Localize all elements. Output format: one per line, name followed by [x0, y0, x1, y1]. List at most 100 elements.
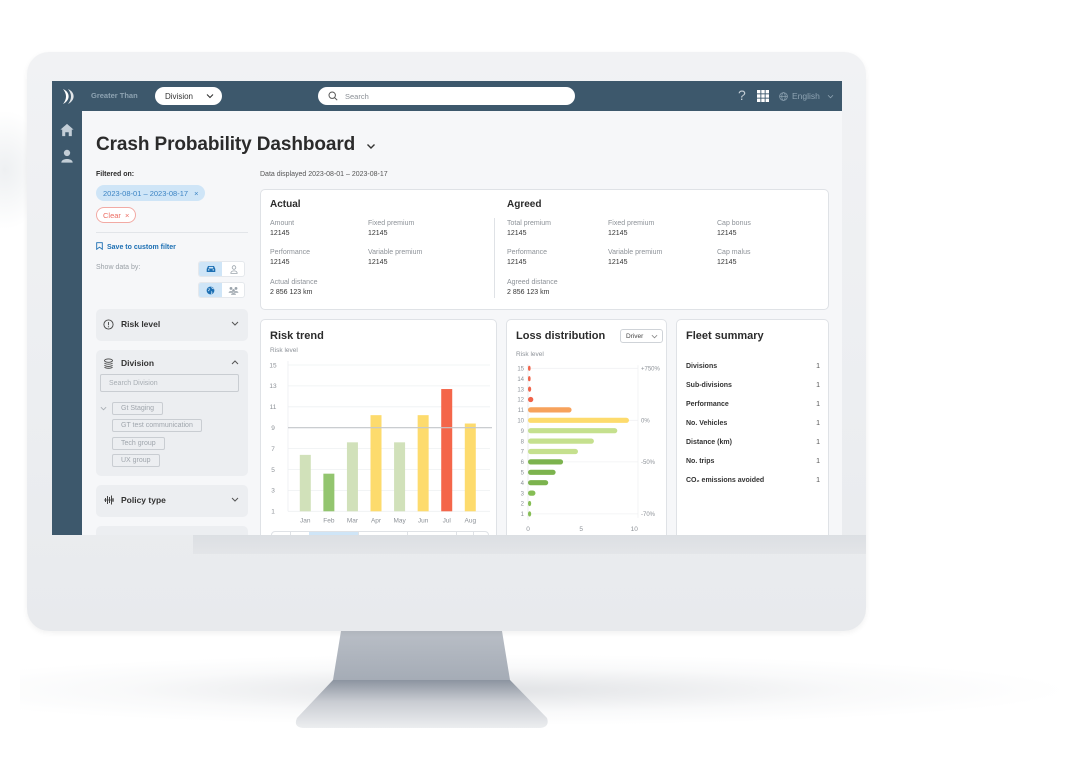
search-icon: [328, 91, 338, 101]
period-selector-segment[interactable]: [309, 532, 358, 535]
y-tick-label: 5: [521, 471, 525, 477]
field-value: 12145: [507, 259, 527, 266]
language-select[interactable]: English: [792, 91, 820, 101]
y-tick-label: 2: [521, 502, 525, 508]
chevron-down-icon: [231, 497, 239, 502]
period-selector-segment[interactable]: [456, 532, 473, 535]
summary-field: Performance 12145: [507, 248, 547, 268]
save-custom-filter-link[interactable]: Save to custom filter: [96, 242, 176, 251]
fleet-row-value: 1: [816, 401, 820, 408]
loss-distribution-chart: +750%0%-50%-70%1514131211109876543210 5 10: [517, 364, 661, 533]
summary-field: Fixed premium 12145: [608, 219, 654, 239]
driver-icon: [229, 264, 238, 274]
y-tick-label: 14: [517, 377, 524, 383]
fleet-summary-card: Fleet summary Divisions 1 Sub-divisions 1 …: [676, 319, 829, 535]
home-icon[interactable]: [60, 123, 74, 137]
toggle-group[interactable]: [222, 283, 244, 297]
actual-section-title: Actual: [270, 199, 301, 210]
bar-risk-14: [528, 376, 531, 382]
filter-panel-title[interactable]: Division: [121, 358, 154, 368]
y-tick-label: 8: [521, 439, 525, 445]
active-filter-chip[interactable]: 2023-08-01 – 2023-08-17 ×: [96, 185, 206, 201]
y-tick-label: 9: [271, 425, 275, 432]
top-navbar: Greater Than Division Search ? English: [52, 81, 842, 111]
filter-panel-next[interactable]: [96, 526, 248, 535]
bar-feb: [323, 473, 335, 512]
field-label: Performance: [507, 249, 548, 256]
fleet-summary-row: No. trips 1: [686, 458, 820, 465]
y-tick-label: 7: [521, 450, 525, 456]
bar-risk-8: [528, 438, 594, 444]
toggle-vehicle[interactable]: [199, 262, 222, 276]
filter-panel-risk-level[interactable]: Risk level: [96, 309, 248, 341]
y-tick-label: 15: [269, 362, 277, 369]
division-tree-item[interactable]: UX group: [112, 454, 160, 467]
remove-filter-icon[interactable]: ×: [194, 189, 198, 198]
period-selector-segment[interactable]: [473, 532, 488, 535]
division-search-input[interactable]: Search Division: [100, 374, 239, 392]
clear-filters-label: Clear: [103, 210, 121, 220]
x-tick-label: Jun: [418, 518, 429, 525]
bar-apr: [370, 415, 382, 512]
y-tick-label: 13: [517, 387, 524, 393]
fleet-summary-row: No. Vehicles 1: [686, 420, 820, 427]
summary-field: Performance 12145: [270, 248, 310, 268]
summary-field: Actual distance 2 856 123 km: [270, 278, 317, 298]
division-tree-item[interactable]: Gt Staging: [112, 402, 164, 415]
division-tree-item[interactable]: GT test communication: [112, 419, 202, 432]
bar-jul: [441, 389, 453, 512]
y-tick-label: 6: [521, 460, 525, 466]
screen: Greater Than Division Search ? English C…: [52, 81, 842, 535]
page-title: Crash Probability Dashboard: [96, 134, 356, 155]
fleet-row-value: 1: [816, 382, 820, 389]
person-icon[interactable]: [60, 149, 74, 163]
period-selector-segment[interactable]: [358, 532, 407, 535]
field-value: 12145: [368, 230, 388, 237]
division-tree-item[interactable]: Tech group: [112, 437, 165, 450]
toggle-driver[interactable]: [222, 262, 244, 276]
bar-risk-1: [528, 511, 532, 517]
x-tick-label: May: [393, 518, 406, 525]
layers-icon: [104, 358, 113, 369]
fleet-row-value: 1: [816, 477, 820, 484]
field-label: Agreed distance: [507, 279, 558, 286]
chevron-down-icon: [827, 94, 834, 99]
car-icon: [206, 266, 215, 272]
field-value: 12145: [608, 230, 628, 237]
globe-icon: [779, 92, 788, 101]
bar-jun: [417, 415, 429, 512]
fleet-row-label: Distance (km): [686, 439, 732, 446]
division-select[interactable]: Division: [155, 87, 222, 105]
search-placeholder: Search: [345, 92, 369, 101]
period-selector-segment[interactable]: [272, 532, 290, 535]
bar-risk-15: [528, 365, 531, 371]
summary-field: Agreed distance 2 856 123 km: [507, 278, 558, 298]
y-tick-label: 9: [521, 429, 525, 435]
summary-field: Variable premium 12145: [368, 248, 422, 268]
clear-filters-button[interactable]: Clear ×: [96, 207, 137, 223]
period-selector-segment[interactable]: [290, 532, 309, 535]
filter-panel-policy-type[interactable]: Policy type: [96, 485, 248, 517]
x-tick-label: Mar: [347, 518, 359, 525]
tree-expand-chevron-icon[interactable]: [100, 406, 107, 411]
x-tick-label: Aug: [465, 518, 477, 525]
filtered-on-label: Filtered on:: [96, 171, 135, 178]
period-selector: [271, 531, 489, 535]
filter-panel-title: Risk level: [121, 319, 161, 329]
summary-divider: [494, 218, 495, 298]
apps-grid-icon[interactable]: [757, 90, 769, 102]
agreed-section-title: Agreed: [507, 199, 542, 210]
right-annotation: 0%: [641, 419, 650, 425]
monitor-stand: [295, 631, 548, 728]
bar-risk-7: [528, 448, 578, 455]
search-input[interactable]: Search: [318, 87, 575, 105]
chevron-up-icon[interactable]: [231, 360, 239, 365]
title-dropdown-chevron-icon[interactable]: [366, 143, 376, 150]
chevron-down-icon: [231, 321, 239, 326]
risk-trend-chart: 13579111315Jan Feb Mar Apr May Jun Jul Aug: [269, 361, 492, 525]
help-icon[interactable]: ?: [738, 87, 746, 103]
period-selector-segment[interactable]: [407, 532, 456, 535]
toggle-global[interactable]: [199, 283, 222, 297]
fleet-row-label: No. trips: [686, 458, 715, 465]
greater-than-logo-icon[interactable]: [61, 88, 77, 105]
